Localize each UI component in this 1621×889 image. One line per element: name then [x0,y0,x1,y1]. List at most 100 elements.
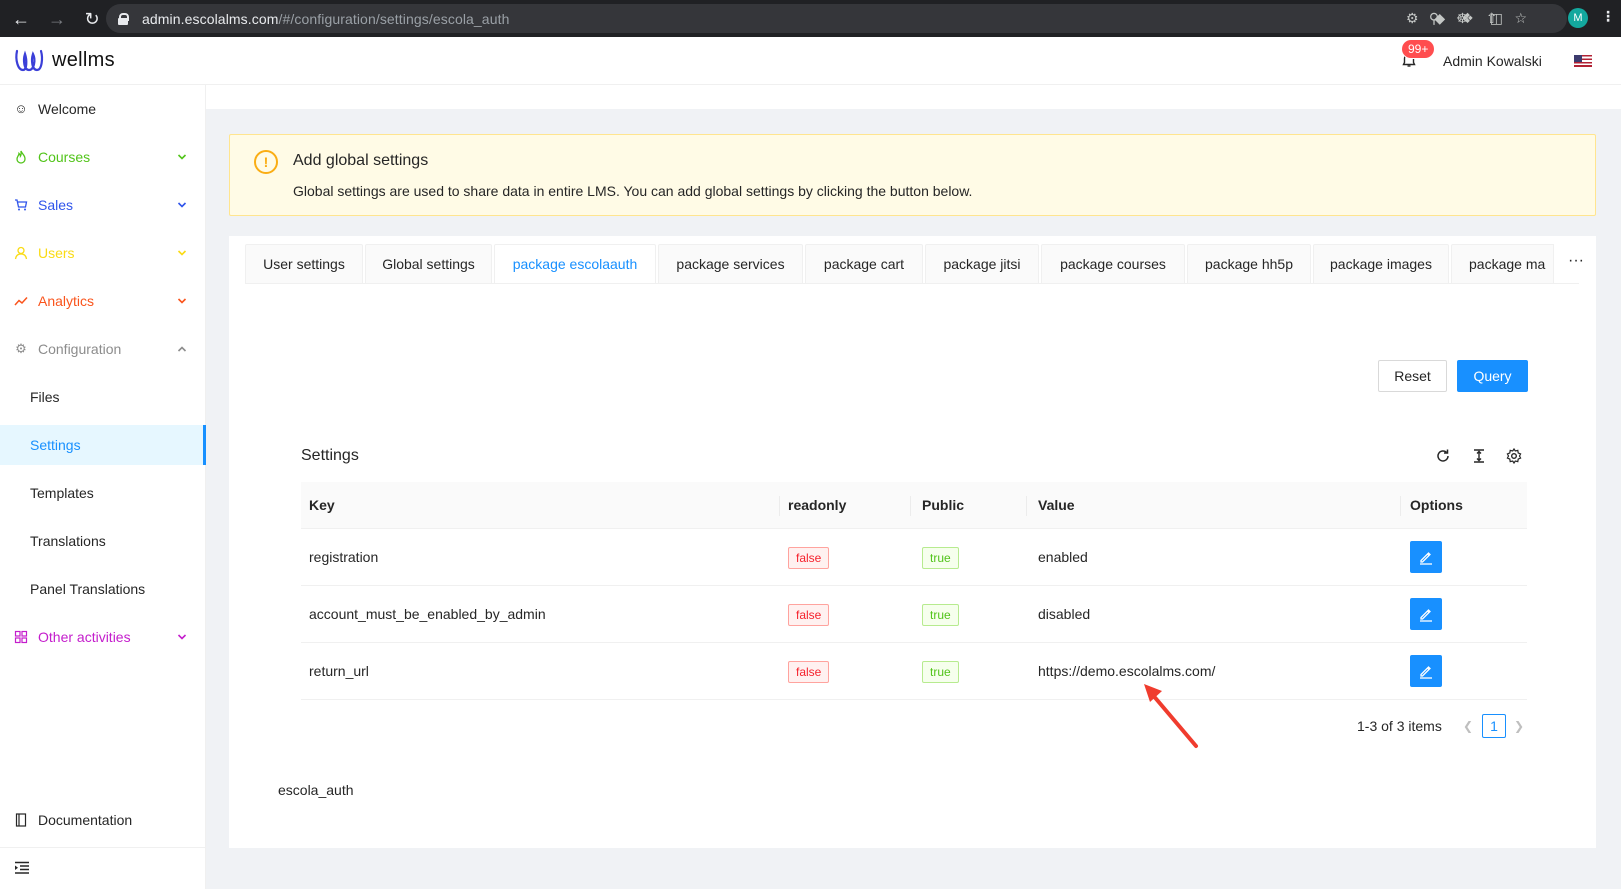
puzzle-icon[interactable]: ❖ [1461,10,1474,27]
profile-avatar[interactable]: M [1568,8,1588,28]
browser-menu-icon[interactable]: ⋮ [1601,8,1615,25]
sidebar: ☺ Welcome Courses Sales Users Analytics … [0,85,206,889]
public-tag: true [922,661,959,683]
column-header-options[interactable]: Options [1410,482,1463,529]
cell-key: account_must_be_enabled_by_admin [309,606,546,622]
book-icon [15,813,27,827]
forward-icon[interactable]: → [48,10,66,28]
reload-icon[interactable]: ↻ [84,10,100,28]
sidebar-item-users[interactable]: Users [0,233,206,273]
browser-toolbar: ← → ↻ admin.escolalms.com/#/configuratio… [0,0,1621,37]
sidebar-item-label: Courses [38,149,91,165]
app-header: wellms 99+ Admin Kowalski [0,37,1621,85]
sidebar-item-other-activities[interactable]: Other activities [0,617,206,657]
tab-package-escolaauth[interactable]: package escolaauth [494,244,656,284]
chevron-down-icon [177,298,187,304]
sidebar-item-configuration[interactable]: ⚙ Configuration [0,329,206,369]
public-tag: true [922,547,959,569]
edit-button[interactable] [1410,598,1442,630]
sidebar-item-analytics[interactable]: Analytics [0,281,206,321]
tabs-divider [245,283,1579,284]
sidebar-item-label: Configuration [38,341,122,357]
edit-button[interactable] [1410,655,1442,687]
column-header-value[interactable]: Value [1038,482,1075,529]
url-text[interactable]: admin.escolalms.com/#/configuration/sett… [142,11,509,27]
column-header-public[interactable]: Public [922,482,964,529]
more-tabs-icon[interactable]: ··· [1553,244,1598,284]
cell-value: https://demo.escolalms.com/ [1038,663,1216,679]
table-title: Settings [301,447,359,464]
exclamation-circle-icon: ! [254,150,278,174]
tab-package-courses[interactable]: package courses [1041,244,1185,284]
cart-icon [15,199,28,211]
sidebar-item-welcome[interactable]: ☺ Welcome [0,89,206,129]
sidebar-item-panel-translations[interactable]: Panel Translations [0,569,206,609]
cell-value: enabled [1038,549,1088,565]
query-button[interactable]: Query [1457,360,1528,392]
sidebar-item-label: Panel Translations [30,581,146,597]
chevron-up-icon [177,346,187,352]
extension-gear-icon[interactable]: ⚙ [1406,10,1419,27]
sidebar-item-label: Users [38,245,75,261]
sidebar-item-templates[interactable]: Templates [0,473,206,513]
sidebar-item-translations[interactable]: Translations [0,521,206,561]
sidebar-item-sales[interactable]: Sales [0,185,206,225]
pagination-prev-icon[interactable]: ❮ [1463,719,1473,733]
sidebar-item-files[interactable]: Files [0,377,206,417]
sidebar-item-label: Files [30,389,60,405]
pagination-next-icon[interactable]: ❯ [1514,719,1524,733]
url-host: admin.escolalms.com [142,10,279,27]
apps-icon [14,630,28,644]
table-row: account_must_be_enabled_by_admin false t… [301,586,1527,643]
sidebar-item-courses[interactable]: Courses [0,137,206,177]
sidebar-item-label: Templates [30,485,94,501]
edit-button[interactable] [1410,541,1442,573]
menu-fold-icon[interactable] [14,861,30,875]
gear-icon: ⚙ [15,341,27,356]
public-tag: true [922,604,959,626]
reset-button[interactable]: Reset [1378,360,1447,392]
table-header: Key readonly Public Value Options [301,482,1527,529]
column-separator [1026,496,1027,516]
wellms-logo-icon [15,49,44,72]
readonly-tag: false [788,604,830,626]
tab-user-settings[interactable]: User settings [245,244,363,284]
readonly-tag: false [788,661,830,683]
extensions-area: ⚙ ◆ ❖ ◫ [1406,10,1503,27]
column-header-readonly[interactable]: readonly [788,482,846,529]
tab-package-jitsi[interactable]: package jitsi [925,244,1039,284]
logo[interactable]: wellms [14,46,115,74]
cell-key: registration [309,549,379,565]
tab-package-ma[interactable]: package ma [1451,244,1553,284]
chevron-down-icon [177,154,187,160]
sidebar-item-documentation[interactable]: Documentation [0,800,206,840]
sidebar-panel-icon[interactable]: ◫ [1490,10,1503,27]
us-flag-icon[interactable] [1574,55,1592,67]
reload-icon[interactable] [1435,448,1451,464]
back-icon[interactable]: ← [12,10,30,28]
column-header-key[interactable]: Key [309,482,335,529]
pagination-page[interactable]: 1 [1482,714,1506,738]
star-icon[interactable]: ☆ [1514,10,1527,27]
column-height-icon[interactable] [1471,448,1487,464]
tab-package-images[interactable]: package images [1313,244,1449,284]
sidebar-divider [0,847,206,848]
user-name[interactable]: Admin Kowalski [1443,53,1542,69]
tab-package-cart[interactable]: package cart [805,244,923,284]
edit-icon [1420,552,1432,565]
address-bar[interactable]: admin.escolalms.com/#/configuration/sett… [106,4,1567,33]
table-row: registration false true enabled [301,529,1527,586]
alert-title: Add global settings [293,152,429,169]
tab-package-services[interactable]: package services [658,244,803,284]
url-path: /#/configuration/settings/escola_auth [278,10,510,27]
setting-icon[interactable] [1506,448,1522,464]
tab-package-hh5p[interactable]: package hh5p [1187,244,1311,284]
chart-line-icon [14,296,28,306]
cell-value: disabled [1038,606,1091,622]
tab-global-settings[interactable]: Global settings [365,244,492,284]
settings-group-key: escola_auth [278,782,354,798]
sidebar-item-settings[interactable]: Settings [0,425,206,465]
sidebar-item-label: Analytics [38,293,95,309]
column-separator [779,496,780,516]
extension-diamond-icon[interactable]: ◆ [1434,10,1445,27]
